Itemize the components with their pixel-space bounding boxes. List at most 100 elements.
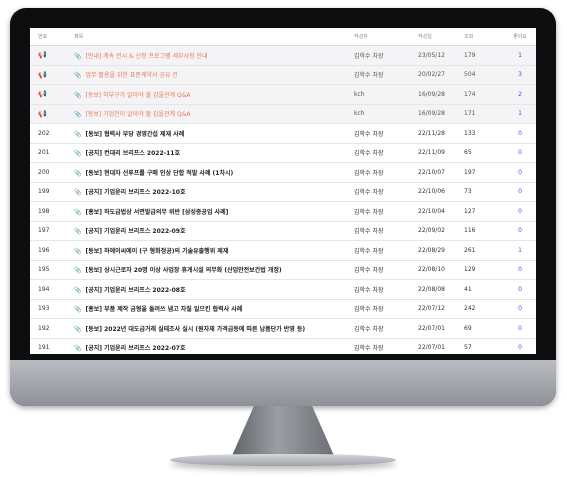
row-title-cell[interactable]: 📎 [동보] 기업인이 알아야 할 갑을관계 Q&A <box>74 104 354 124</box>
row-number: 📢 <box>30 84 74 105</box>
row-date: 22/10/06 <box>418 182 464 202</box>
row-likes: 1 <box>504 104 536 124</box>
paperclip-icon: 📎 <box>74 72 82 80</box>
row-number: 📢 <box>30 65 74 85</box>
paperclip-icon: 📎 <box>74 150 82 158</box>
row-likes: 0 <box>504 123 536 144</box>
row-title-cell[interactable]: 📎 [공지] 기업윤리 브리프스 2022-09호 <box>74 221 354 241</box>
row-date: 22/11/28 <box>418 123 464 144</box>
row-date: 23/05/12 <box>418 45 464 66</box>
row-author: 김학수 차장 <box>354 240 418 261</box>
notice-row[interactable]: 📢 📎 [동보] 하부구가 알아야 할 갑을관계 Q&A kch 16/09/28 174… <box>30 84 536 105</box>
row-views: 41 <box>464 279 504 300</box>
paperclip-icon: 📎 <box>74 111 82 119</box>
row-title-cell[interactable]: 📎 [안내] 계속 전시 & 신청 프로그램 세부사항 안내 <box>74 45 354 66</box>
row-title-cell[interactable]: 📎 [동보] 협력사 부당 경영간섭 제재 사례 <box>74 123 354 144</box>
row-views: 179 <box>464 45 504 66</box>
row-title-link[interactable]: [공지] 컨대리 브리프스 2022-11호 <box>85 150 180 157</box>
row-likes: 1 <box>504 240 536 261</box>
row-title-cell[interactable]: 📎 [동보] 상시근로자 20명 이상 사업장 휴게시설 의무화 (산업안전보건법… <box>74 260 354 280</box>
row-number: 198 <box>30 201 74 222</box>
paperclip-icon: 📎 <box>74 208 82 216</box>
table-row[interactable]: 198 📎 [홍보] 하도급법상 서면발급의무 위반 [삼성중공업 사례] 김학수 차… <box>30 201 536 222</box>
table-row[interactable]: 192 📎 [동보] 2022년 대도급거래 실태조사 실시 (원자재 가격급등에 … <box>30 318 536 339</box>
table-row[interactable]: 200 📎 [동보] 현대차 선루프를 구매 인상 단합 적발 사례 (1차시) 김학… <box>30 162 536 183</box>
row-title-link[interactable]: [동보] 2022년 대도급거래 실태조사 실시 (원자재 가격급등에 따른 납… <box>85 326 305 333</box>
notice-row[interactable]: 📢 📎 [안내] 계속 전시 & 신청 프로그램 세부사항 안내 김학수 차장 23/0… <box>30 45 536 66</box>
row-likes: 0 <box>504 201 536 222</box>
table-row[interactable]: 201 📎 [공지] 컨대리 브리프스 2022-11호 김학수 차장 22/11/09… <box>30 143 536 163</box>
row-title-cell[interactable]: 📎 [동보] 하에이씨에이 (구 형화정공)의 기술유출행위 제재 <box>74 240 354 261</box>
monitor-frame: 번호 제목 작성자 작성일 조회 좋아요 📢 📎 [안내] 계속 전시 & 신청 프… <box>10 8 556 406</box>
monitor-stand-neck <box>231 406 335 458</box>
row-title-cell[interactable]: 📎 [동보] 하부구가 알아야 할 갑을관계 Q&A <box>74 84 354 105</box>
row-title-cell[interactable]: 📎 [공지] 기업윤리 브리프스 2022-10호 <box>74 182 354 202</box>
row-title-link[interactable]: [동보] 기업인이 알아야 할 갑을관계 Q&A <box>85 111 190 118</box>
table-row[interactable]: 195 📎 [동보] 상시근로자 20명 이상 사업장 휴게시설 의무화 (산업안전… <box>30 260 536 280</box>
row-title-link[interactable]: [홍보] 하도급법상 서면발급의무 위반 [삼성중공업 사례] <box>85 209 228 216</box>
row-likes: 0 <box>504 221 536 241</box>
notice-row[interactable]: 📢 📎 업무 활용을 위한 표준계약서 공유 건 김학수 차장 20/02/27 504 3 <box>30 65 536 85</box>
table-row[interactable]: 193 📎 [홍보] 부품 제작 금형을 돌려쓰 냄고 자질 일으킨 협력사 사례 김… <box>30 299 536 319</box>
header-num: 번호 <box>30 28 74 46</box>
row-title-link[interactable]: [동보] 하에이씨에이 (구 형화정공)의 기술유출행위 제재 <box>85 248 228 255</box>
row-number: 195 <box>30 260 74 280</box>
header-views: 조회 <box>464 28 504 46</box>
row-views: 197 <box>464 162 504 183</box>
row-title-link[interactable]: [공지] 기업윤리 브리프스 2022-08호 <box>85 287 185 294</box>
row-likes: 0 <box>504 299 536 319</box>
notice-row[interactable]: 📢 📎 [동보] 기업인이 알아야 할 갑을관계 Q&A kch 16/09/28 171… <box>30 104 536 124</box>
header-title: 제목 <box>74 28 354 46</box>
row-title-link[interactable]: [홍보] 부품 제작 금형을 돌려쓰 냄고 자질 일으킨 협력사 사례 <box>85 306 242 313</box>
screen: 번호 제목 작성자 작성일 조회 좋아요 📢 📎 [안내] 계속 전시 & 신청 프… <box>30 28 536 354</box>
row-title-cell[interactable]: 📎 [홍보] 부품 제작 금형을 돌려쓰 냄고 자질 일으킨 협력사 사례 <box>74 299 354 319</box>
row-title-link[interactable]: [동보] 상시근로자 20명 이상 사업장 휴게시설 의무화 (산업안전보건법 … <box>85 267 281 274</box>
row-author: 김학수 차장 <box>354 338 418 354</box>
table-row[interactable]: 197 📎 [공지] 기업윤리 브리프스 2022-09호 김학수 차장 22/09/0… <box>30 221 536 241</box>
row-title-link[interactable]: 업무 활용을 위한 표준계약서 공유 건 <box>85 72 177 79</box>
row-date: 22/08/10 <box>418 260 464 280</box>
table-row[interactable]: 199 📎 [공지] 기업윤리 브리프스 2022-10호 김학수 차장 22/10/0… <box>30 182 536 202</box>
paperclip-icon: 📎 <box>74 130 82 138</box>
table-row[interactable]: 194 📎 [공지] 기업윤리 브리프스 2022-08호 김학수 차장 22/08/0… <box>30 279 536 300</box>
row-title-link[interactable]: [동보] 현대차 선루프를 구매 인상 단합 적발 사례 (1차시) <box>85 170 233 177</box>
row-title-link[interactable]: [안내] 계속 전시 & 신청 프로그램 세부사항 안내 <box>85 53 207 60</box>
megaphone-icon: 📢 <box>38 70 47 79</box>
row-title-cell[interactable]: 📎 [동보] 2022년 대도급거래 실태조사 실시 (원자재 가격급등에 따른 … <box>74 318 354 339</box>
row-views: 261 <box>464 240 504 261</box>
row-author: 김학수 차장 <box>354 318 418 339</box>
row-date: 22/10/07 <box>418 162 464 183</box>
row-author: 김학수 차장 <box>354 201 418 222</box>
row-number: 193 <box>30 299 74 319</box>
row-likes: 0 <box>504 279 536 300</box>
row-views: 504 <box>464 65 504 85</box>
row-date: 20/02/27 <box>418 65 464 85</box>
row-title-cell[interactable]: 📎 [공지] 기업윤리 브리프스 2022-08호 <box>74 279 354 300</box>
row-views: 242 <box>464 299 504 319</box>
row-number: 📢 <box>30 45 74 66</box>
row-likes: 0 <box>504 182 536 202</box>
table-row[interactable]: 202 📎 [동보] 협력사 부당 경영간섭 제재 사례 김학수 차장 22/11/28… <box>30 123 536 144</box>
row-title-cell[interactable]: 📎 [공지] 컨대리 브리프스 2022-11호 <box>74 143 354 163</box>
row-title-link[interactable]: [공지] 기업윤리 브리프스 2022-10호 <box>85 189 185 196</box>
row-title-link[interactable]: [공지] 기업윤리 브리프스 2022-09호 <box>85 228 185 235</box>
row-likes: 0 <box>504 143 536 163</box>
paperclip-icon: 📎 <box>74 52 82 60</box>
row-number: 199 <box>30 182 74 202</box>
table-row[interactable]: 191 📎 [공지] 기업윤리 브리프스 2022-07호 김학수 차장 22/07/0… <box>30 338 536 354</box>
row-title-link[interactable]: [동보] 하부구가 알아야 할 갑을관계 Q&A <box>85 92 190 99</box>
paperclip-icon: 📎 <box>74 169 82 177</box>
row-author: 김학수 차장 <box>354 182 418 202</box>
row-title-cell[interactable]: 📎 [동보] 현대차 선루프를 구매 인상 단합 적발 사례 (1차시) <box>74 162 354 183</box>
row-author: 김학수 차장 <box>354 65 418 85</box>
row-title-cell[interactable]: 📎 업무 활용을 위한 표준계약서 공유 건 <box>74 65 354 85</box>
table-row[interactable]: 196 📎 [동보] 하에이씨에이 (구 형화정공)의 기술유출행위 제재 김학수 차… <box>30 240 536 261</box>
row-title-cell[interactable]: 📎 [홍보] 하도급법상 서면발급의무 위반 [삼성중공업 사례] <box>74 201 354 222</box>
row-views: 133 <box>464 123 504 144</box>
row-title-link[interactable]: [동보] 협력사 부당 경영간섭 제재 사례 <box>85 131 184 138</box>
row-views: 127 <box>464 201 504 222</box>
row-author: 김학수 차장 <box>354 143 418 163</box>
row-date: 22/10/04 <box>418 201 464 222</box>
row-title-link[interactable]: [공지] 기업윤리 브리프스 2022-07호 <box>85 345 185 352</box>
row-title-cell[interactable]: 📎 [공지] 기업윤리 브리프스 2022-07호 <box>74 338 354 354</box>
